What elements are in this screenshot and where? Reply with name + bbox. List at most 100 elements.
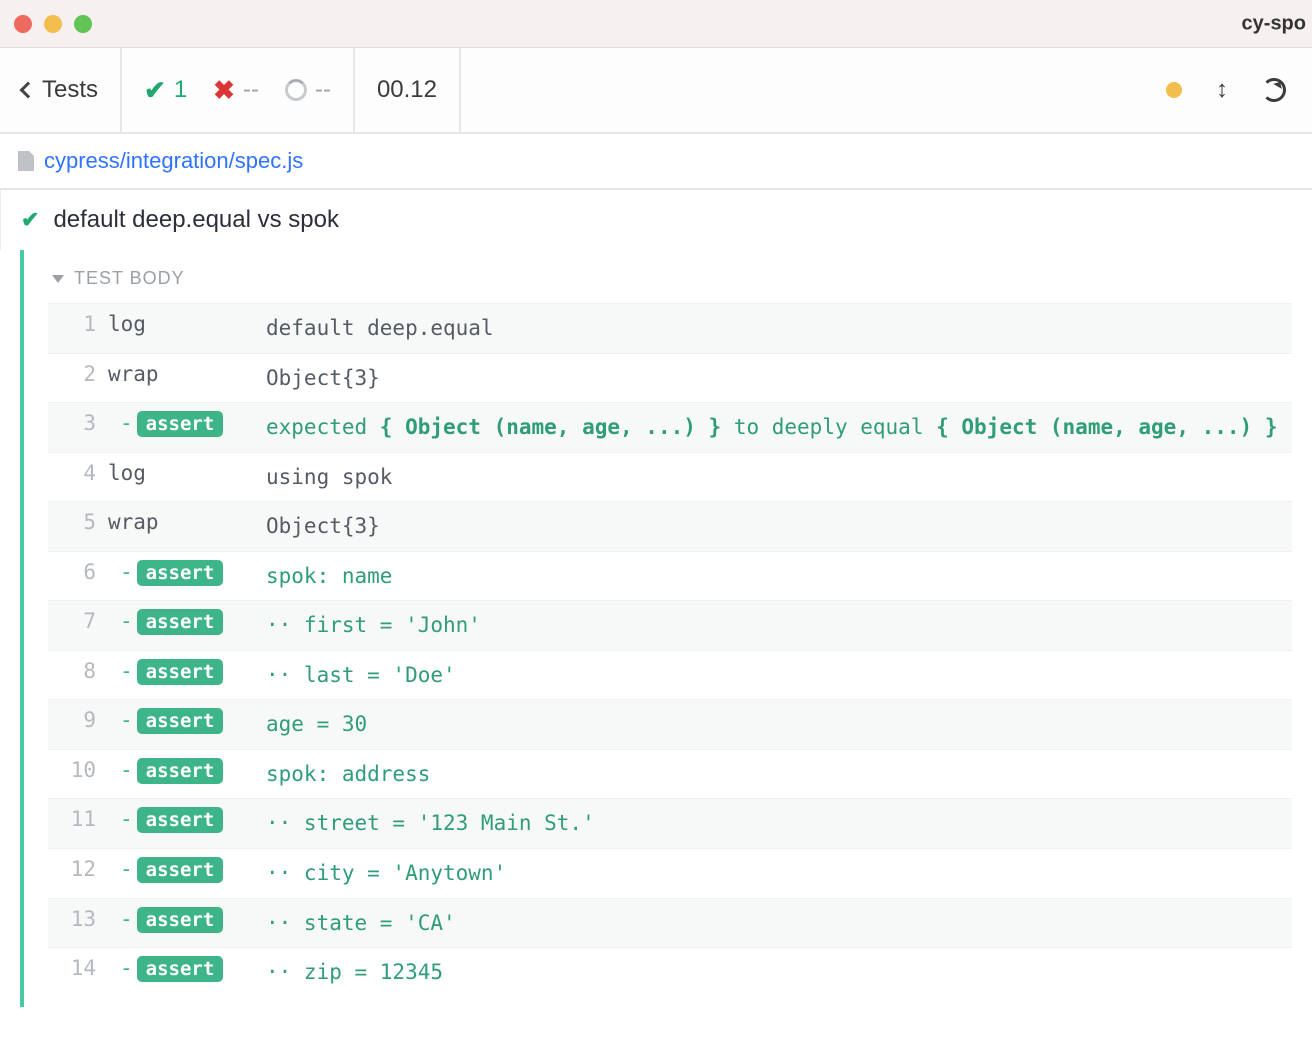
check-icon: ✔ xyxy=(144,75,166,106)
assert-pill: assert xyxy=(137,758,224,784)
runner-toolbar: Tests ✔ 1 ✖ -- -- 00.12 ↕ xyxy=(0,48,1312,134)
command-row[interactable]: 13-assert·· state = 'CA' xyxy=(48,898,1292,948)
section-label: TEST BODY xyxy=(74,268,185,289)
command-name-assert: -assert xyxy=(108,907,260,931)
command-log: 1logdefault deep.equal2wrapObject{3}3-as… xyxy=(48,303,1292,997)
command-message: age = 30 xyxy=(266,708,1282,741)
command-number: 7 xyxy=(58,609,102,633)
command-number: 13 xyxy=(58,907,102,931)
failed-count: -- xyxy=(243,76,259,104)
command-number: 10 xyxy=(58,758,102,782)
title-bar: cy-spo xyxy=(0,0,1312,48)
test-body: TEST BODY 1logdefault deep.equal2wrapObj… xyxy=(20,250,1312,1007)
back-label: Tests xyxy=(42,76,98,104)
assert-pill: assert xyxy=(137,857,224,883)
spec-path: cypress/integration/spec.js xyxy=(44,148,303,174)
command-message: ·· state = 'CA' xyxy=(266,907,1282,940)
command-row[interactable]: 8-assert·· last = 'Doe' xyxy=(48,650,1292,700)
command-name: wrap xyxy=(108,510,260,534)
zoom-window-icon[interactable] xyxy=(74,15,92,33)
command-message: ·· zip = 12345 xyxy=(266,956,1282,989)
assert-pill: assert xyxy=(137,659,224,685)
back-to-tests-button[interactable]: Tests xyxy=(0,48,122,132)
command-name-assert: -assert xyxy=(108,956,260,980)
command-row[interactable]: 6-assertspok: name xyxy=(48,551,1292,601)
command-number: 6 xyxy=(58,560,102,584)
assert-pill: assert xyxy=(137,560,224,586)
assert-pill: assert xyxy=(137,907,224,933)
command-name-assert: -assert xyxy=(108,758,260,782)
command-name: wrap xyxy=(108,362,260,386)
command-number: 3 xyxy=(58,411,102,435)
run-duration: 00.12 xyxy=(355,48,461,132)
command-number: 14 xyxy=(58,956,102,980)
command-message: spok: name xyxy=(266,560,1282,593)
command-message: Object{3} xyxy=(266,362,1282,395)
test-body-header[interactable]: TEST BODY xyxy=(48,260,1292,303)
assert-pill: assert xyxy=(137,956,224,982)
command-name-assert: -assert xyxy=(108,857,260,881)
stat-failed: ✖ -- xyxy=(213,75,259,106)
command-number: 4 xyxy=(58,461,102,485)
right-tools: ↕ xyxy=(1140,48,1312,132)
window-controls xyxy=(14,15,92,33)
command-name-assert: -assert xyxy=(108,807,260,831)
command-message: using spok xyxy=(266,461,1282,494)
command-message: default deep.equal xyxy=(266,312,1282,345)
minimize-window-icon[interactable] xyxy=(44,15,62,33)
command-number: 11 xyxy=(58,807,102,831)
assert-pill: assert xyxy=(137,411,224,437)
command-name-assert: -assert xyxy=(108,708,260,732)
close-window-icon[interactable] xyxy=(14,15,32,33)
assert-pill: assert xyxy=(137,609,224,635)
file-icon xyxy=(18,151,34,171)
command-row[interactable]: 2wrapObject{3} xyxy=(48,353,1292,403)
command-message: spok: address xyxy=(266,758,1282,791)
passed-count: 1 xyxy=(174,76,187,104)
command-row[interactable]: 11-assert·· street = '123 Main St.' xyxy=(48,798,1292,848)
spinner-icon xyxy=(285,79,307,101)
command-number: 8 xyxy=(58,659,102,683)
command-message: ·· street = '123 Main St.' xyxy=(266,807,1282,840)
test-title: default deep.equal vs spok xyxy=(53,206,339,234)
command-row[interactable]: 9-assertage = 30 xyxy=(48,699,1292,749)
command-message: ·· city = 'Anytown' xyxy=(266,857,1282,890)
run-stats: ✔ 1 ✖ -- -- xyxy=(122,48,355,132)
command-name-assert: -assert xyxy=(108,411,260,435)
pending-count: -- xyxy=(315,76,331,104)
reload-icon[interactable] xyxy=(1262,78,1286,102)
test-title-row[interactable]: ✔ default deep.equal vs spok xyxy=(0,190,1312,250)
duration-value: 00.12 xyxy=(377,76,437,104)
assert-pill: assert xyxy=(137,807,224,833)
command-name-assert: -assert xyxy=(108,609,260,633)
command-name-assert: -assert xyxy=(108,560,260,584)
stat-pending: -- xyxy=(285,76,331,104)
command-row[interactable]: 4logusing spok xyxy=(48,452,1292,502)
check-icon: ✔ xyxy=(21,207,39,233)
command-name: log xyxy=(108,312,260,336)
command-number: 9 xyxy=(58,708,102,732)
window-title: cy-spo xyxy=(1242,12,1306,35)
command-message: ·· first = 'John' xyxy=(266,609,1282,642)
command-row[interactable]: 14-assert·· zip = 12345 xyxy=(48,947,1292,997)
command-name-assert: -assert xyxy=(108,659,260,683)
command-message: expected { Object (name, age, ...) } to … xyxy=(266,411,1282,444)
command-number: 1 xyxy=(58,312,102,336)
command-number: 12 xyxy=(58,857,102,881)
command-name: log xyxy=(108,461,260,485)
command-row[interactable]: 5wrapObject{3} xyxy=(48,501,1292,551)
viewport-size-icon[interactable]: ↕ xyxy=(1216,76,1228,104)
stat-passed: ✔ 1 xyxy=(144,75,187,106)
command-message: Object{3} xyxy=(266,510,1282,543)
status-dot-icon xyxy=(1166,82,1182,98)
command-row[interactable]: 12-assert·· city = 'Anytown' xyxy=(48,848,1292,898)
command-row[interactable]: 3-assertexpected { Object (name, age, ..… xyxy=(48,402,1292,452)
command-row[interactable]: 10-assertspok: address xyxy=(48,749,1292,799)
x-icon: ✖ xyxy=(213,75,235,106)
chevron-left-icon xyxy=(20,82,37,99)
spec-file-bar[interactable]: cypress/integration/spec.js xyxy=(0,134,1312,190)
command-row[interactable]: 7-assert·· first = 'John' xyxy=(48,600,1292,650)
command-number: 5 xyxy=(58,510,102,534)
command-row[interactable]: 1logdefault deep.equal xyxy=(48,303,1292,353)
assert-pill: assert xyxy=(137,708,224,734)
